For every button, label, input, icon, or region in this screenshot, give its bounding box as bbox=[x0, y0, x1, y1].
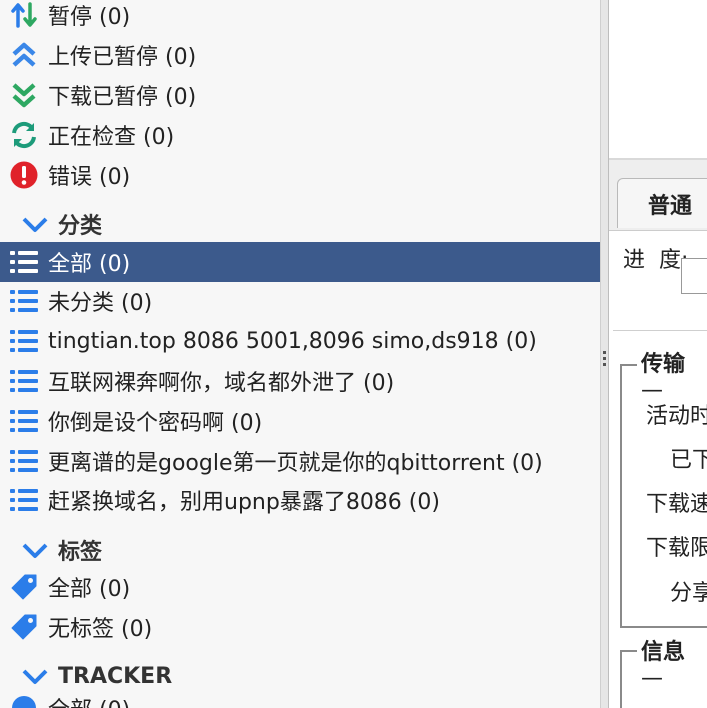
field-label: 下载速 bbox=[646, 492, 707, 517]
list-icon bbox=[0, 368, 48, 394]
tracker-label: 全部 (0) bbox=[48, 692, 130, 708]
splitter-grip-icon[interactable] bbox=[603, 351, 607, 373]
list-icon bbox=[0, 249, 48, 275]
filter-label: 暂停 (0) bbox=[48, 5, 131, 30]
tab-general[interactable]: 普通 bbox=[617, 178, 707, 228]
field-label: 下载限 bbox=[646, 536, 707, 561]
tag-icon bbox=[0, 572, 48, 602]
error-icon bbox=[0, 160, 48, 190]
progress-label: 进 度: bbox=[623, 248, 689, 273]
details-panel: 普通 进 度: 传输 — 活动时 已下 下载速 下载限 分享 信息 — bbox=[609, 0, 707, 708]
category-label: 全部 (0) bbox=[48, 252, 131, 277]
list-icon bbox=[0, 328, 48, 354]
category-item[interactable]: 赶紧换域名，别用upnp暴露了8086 (0) bbox=[0, 480, 600, 520]
torrent-list-area bbox=[609, 0, 707, 160]
filter-upload-paused[interactable]: 上传已暂停 (0) bbox=[0, 35, 600, 75]
category-label: 赶紧换域名，别用upnp暴露了8086 (0) bbox=[48, 490, 440, 515]
category-label: 你倒是设个密码啊 (0) bbox=[48, 411, 263, 436]
category-item-all[interactable]: 全部 (0) bbox=[0, 242, 600, 282]
transfer-legend: 传输 — bbox=[637, 346, 707, 403]
checking-icon bbox=[0, 120, 48, 150]
info-legend: 信息 — bbox=[637, 634, 707, 691]
divider bbox=[613, 330, 707, 331]
chevron-down-icon bbox=[0, 666, 58, 686]
filter-checking[interactable]: 正在检查 (0) bbox=[0, 115, 600, 155]
field-label: 已下 bbox=[670, 448, 707, 473]
progress-bar bbox=[681, 258, 707, 294]
category-label: tingtian.top 8086 5001,8096 simo,ds918 (… bbox=[48, 328, 537, 354]
field-label: 分享 bbox=[670, 581, 707, 606]
section-title: 分类 bbox=[58, 214, 103, 239]
list-icon bbox=[0, 288, 48, 314]
tracker-item-all[interactable]: 全部 (0) bbox=[0, 688, 600, 708]
upload-paused-icon bbox=[0, 40, 48, 70]
list-icon bbox=[0, 487, 48, 513]
section-title: 标签 bbox=[58, 540, 103, 565]
chevron-down-icon bbox=[0, 214, 58, 234]
pause-arrows-icon bbox=[0, 0, 48, 30]
category-label: 未分类 (0) bbox=[48, 291, 153, 316]
tag-item-all[interactable]: 全部 (0) bbox=[0, 567, 600, 607]
categories-section-header[interactable]: 分类 bbox=[0, 202, 600, 246]
tags-section-header[interactable]: 标签 bbox=[0, 528, 600, 572]
category-label: 互联网裸奔啊你，域名都外泄了 (0) bbox=[48, 371, 395, 396]
category-label: 更离谱的是google第一页就是你的qbittorrent (0) bbox=[48, 451, 543, 476]
category-item[interactable]: 互联网裸奔啊你，域名都外泄了 (0) bbox=[0, 361, 600, 401]
tag-item-untagged[interactable]: 无标签 (0) bbox=[0, 607, 600, 647]
category-item[interactable]: tingtian.top 8086 5001,8096 simo,ds918 (… bbox=[0, 321, 600, 361]
download-paused-icon bbox=[0, 80, 48, 110]
filter-download-paused[interactable]: 下载已暂停 (0) bbox=[0, 75, 600, 115]
list-icon bbox=[0, 408, 48, 434]
filter-label: 下载已暂停 (0) bbox=[48, 85, 197, 110]
filter-label: 正在检查 (0) bbox=[48, 125, 175, 150]
category-item[interactable]: 更离谱的是google第一页就是你的qbittorrent (0) bbox=[0, 441, 600, 481]
tracker-icon bbox=[0, 693, 48, 708]
filter-error[interactable]: 错误 (0) bbox=[0, 155, 600, 195]
filter-label: 错误 (0) bbox=[48, 165, 131, 190]
section-title: TRACKER bbox=[58, 663, 173, 689]
field-label: 活动时 bbox=[646, 404, 707, 429]
list-icon bbox=[0, 448, 48, 474]
filter-label: 上传已暂停 (0) bbox=[48, 45, 197, 70]
panel-splitter[interactable] bbox=[600, 0, 609, 708]
tag-label: 全部 (0) bbox=[48, 577, 131, 602]
tag-icon bbox=[0, 612, 48, 642]
category-item[interactable]: 你倒是设个密码啊 (0) bbox=[0, 401, 600, 441]
filter-sidebar: 暂停 (0) 上传已暂停 (0) 下载已暂停 (0) 正在检查 (0) 错误 (… bbox=[0, 0, 600, 708]
category-item-uncategorized[interactable]: 未分类 (0) bbox=[0, 281, 600, 321]
filter-paused[interactable]: 暂停 (0) bbox=[0, 0, 600, 35]
chevron-down-icon bbox=[0, 540, 58, 560]
tag-label: 无标签 (0) bbox=[48, 617, 153, 642]
